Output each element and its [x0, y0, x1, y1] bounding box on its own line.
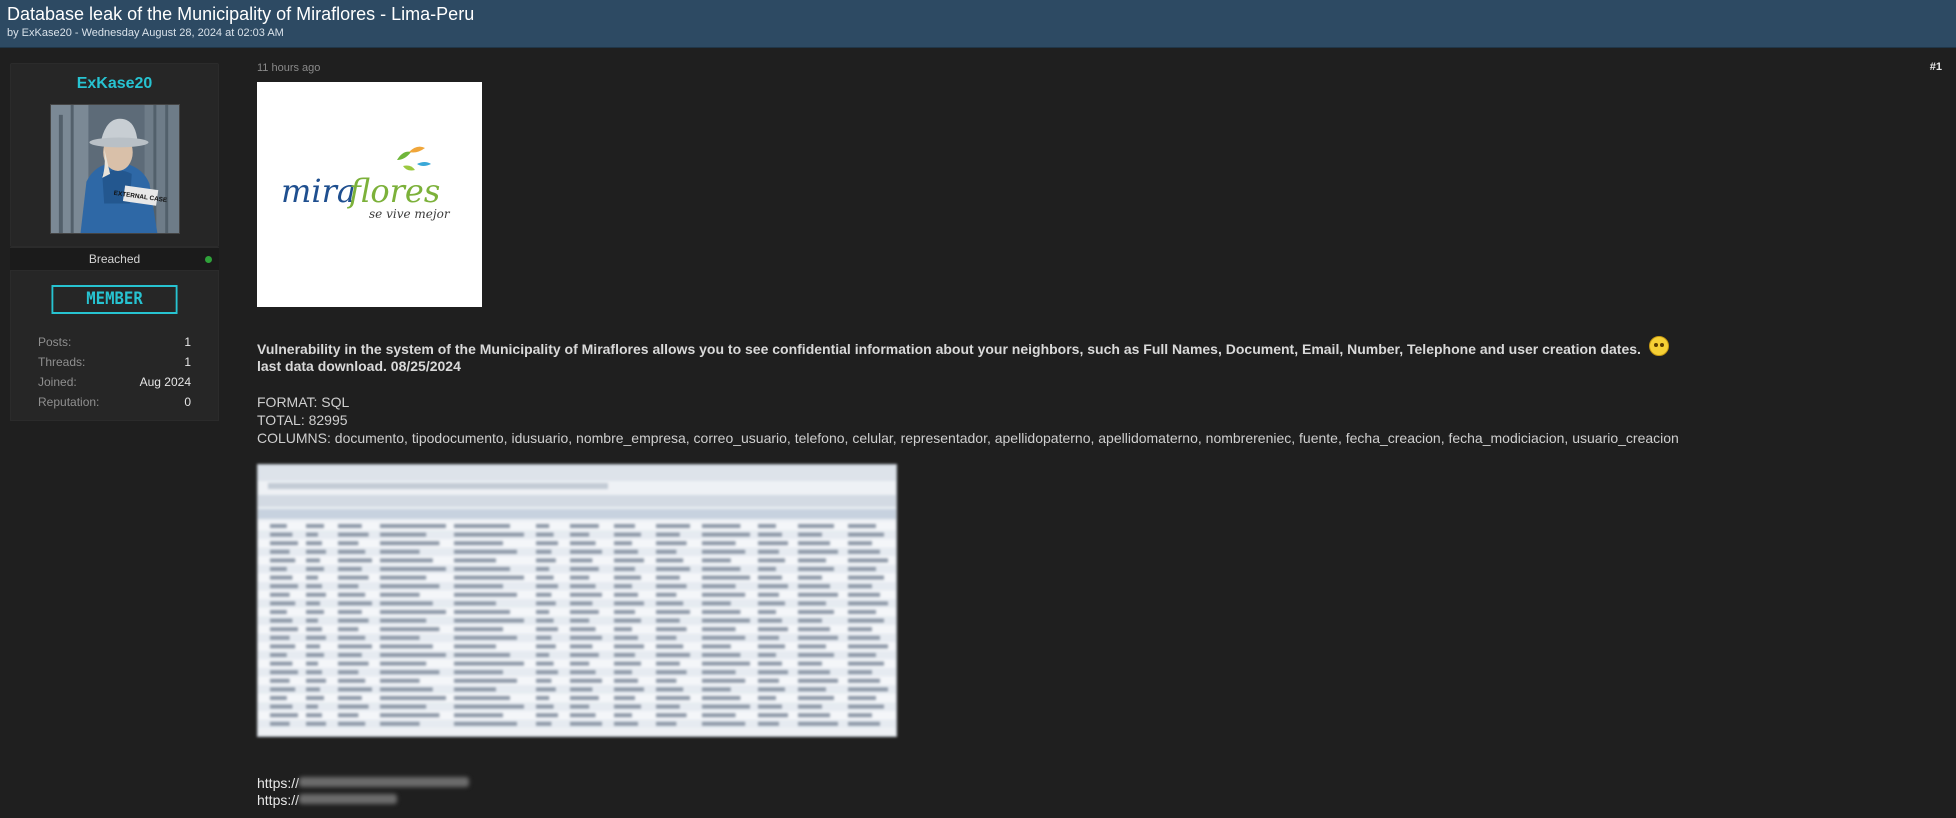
- author-name[interactable]: ExKase20: [11, 74, 218, 94]
- post-content: 11 hours ago #1 mira flores se vive mejo…: [219, 61, 1946, 809]
- smiley-icon: [1648, 336, 1669, 356]
- author-avatar[interactable]: EXTERNAL CASE: [49, 104, 180, 234]
- stat-joined: Joined: Aug 2024: [38, 372, 191, 392]
- total-line: TOTAL: 82995: [257, 412, 348, 428]
- logo-brand-second: flores: [347, 172, 440, 210]
- thread-title: Database leak of the Municipality of Mir…: [7, 4, 475, 24]
- miraflores-logo-image: mira flores se vive mejor: [257, 82, 482, 307]
- stat-value: 1: [184, 335, 191, 349]
- stat-posts: Posts: 1: [38, 332, 191, 352]
- post-description: Vulnerability in the system of the Munic…: [257, 336, 1946, 358]
- thread-header: Database leak of the Municipality of Mir…: [0, 0, 1956, 48]
- link-prefix[interactable]: https://: [257, 775, 299, 791]
- stat-value[interactable]: 0: [184, 392, 191, 412]
- description-text: Vulnerability in the system of the Munic…: [257, 341, 1641, 357]
- online-indicator-icon: [205, 256, 212, 263]
- post-number[interactable]: #1: [1930, 61, 1942, 73]
- user-status: Breached: [10, 247, 219, 271]
- format-line: FORMAT: SQL: [257, 394, 350, 410]
- download-link-2[interactable]: https://: [257, 792, 1946, 809]
- download-links: https:// https://: [257, 775, 1946, 809]
- user-status-label: Breached: [88, 252, 141, 266]
- link-prefix[interactable]: https://: [257, 792, 299, 808]
- blurred-data-screenshot[interactable]: [257, 464, 897, 737]
- screenshot-table: [258, 465, 896, 736]
- download-link-1[interactable]: https://: [257, 775, 1946, 792]
- author-panel: ExKase20 EXTERNAL CASE Breached MEMBER P…: [10, 63, 219, 809]
- stat-reputation: Reputation: 0: [38, 392, 191, 412]
- logo-slogan: se vive mejor: [369, 207, 451, 221]
- stat-value: 1: [184, 355, 191, 369]
- redacted-url[interactable]: [299, 794, 398, 804]
- last-download: last data download. 08/25/2024: [257, 358, 461, 374]
- logo-brand-first: mira: [281, 172, 356, 210]
- miraflores-logo: mira flores se vive mejor: [281, 146, 451, 221]
- redacted-url[interactable]: [299, 777, 470, 787]
- member-badge: MEMBER: [51, 285, 178, 314]
- stat-threads: Threads: 1: [38, 352, 191, 372]
- author-stats: Posts: 1 Threads: 1 Joined: Aug 2024 Rep…: [11, 314, 218, 412]
- post: ExKase20 EXTERNAL CASE Breached MEMBER P…: [0, 48, 1956, 809]
- stat-label: Reputation:: [38, 395, 100, 409]
- post-timestamp: 11 hours ago: [257, 62, 321, 74]
- role-box: MEMBER Posts: 1 Threads: 1 Joined: Aug 2…: [10, 271, 219, 421]
- stat-label: Threads:: [38, 355, 86, 369]
- stat-label: Posts:: [38, 335, 72, 349]
- stat-label: Joined:: [38, 375, 77, 389]
- stat-value: Aug 2024: [139, 375, 191, 389]
- data-specs: FORMAT: SQL TOTAL: 82995 COLUMNS: docume…: [257, 393, 1946, 447]
- columns-line: COLUMNS: documento, tipodocumento, idusu…: [257, 430, 1679, 446]
- thread-meta: by ExKase20 - Wednesday August 28, 2024 …: [7, 27, 284, 39]
- author-card: ExKase20 EXTERNAL CASE: [10, 63, 219, 247]
